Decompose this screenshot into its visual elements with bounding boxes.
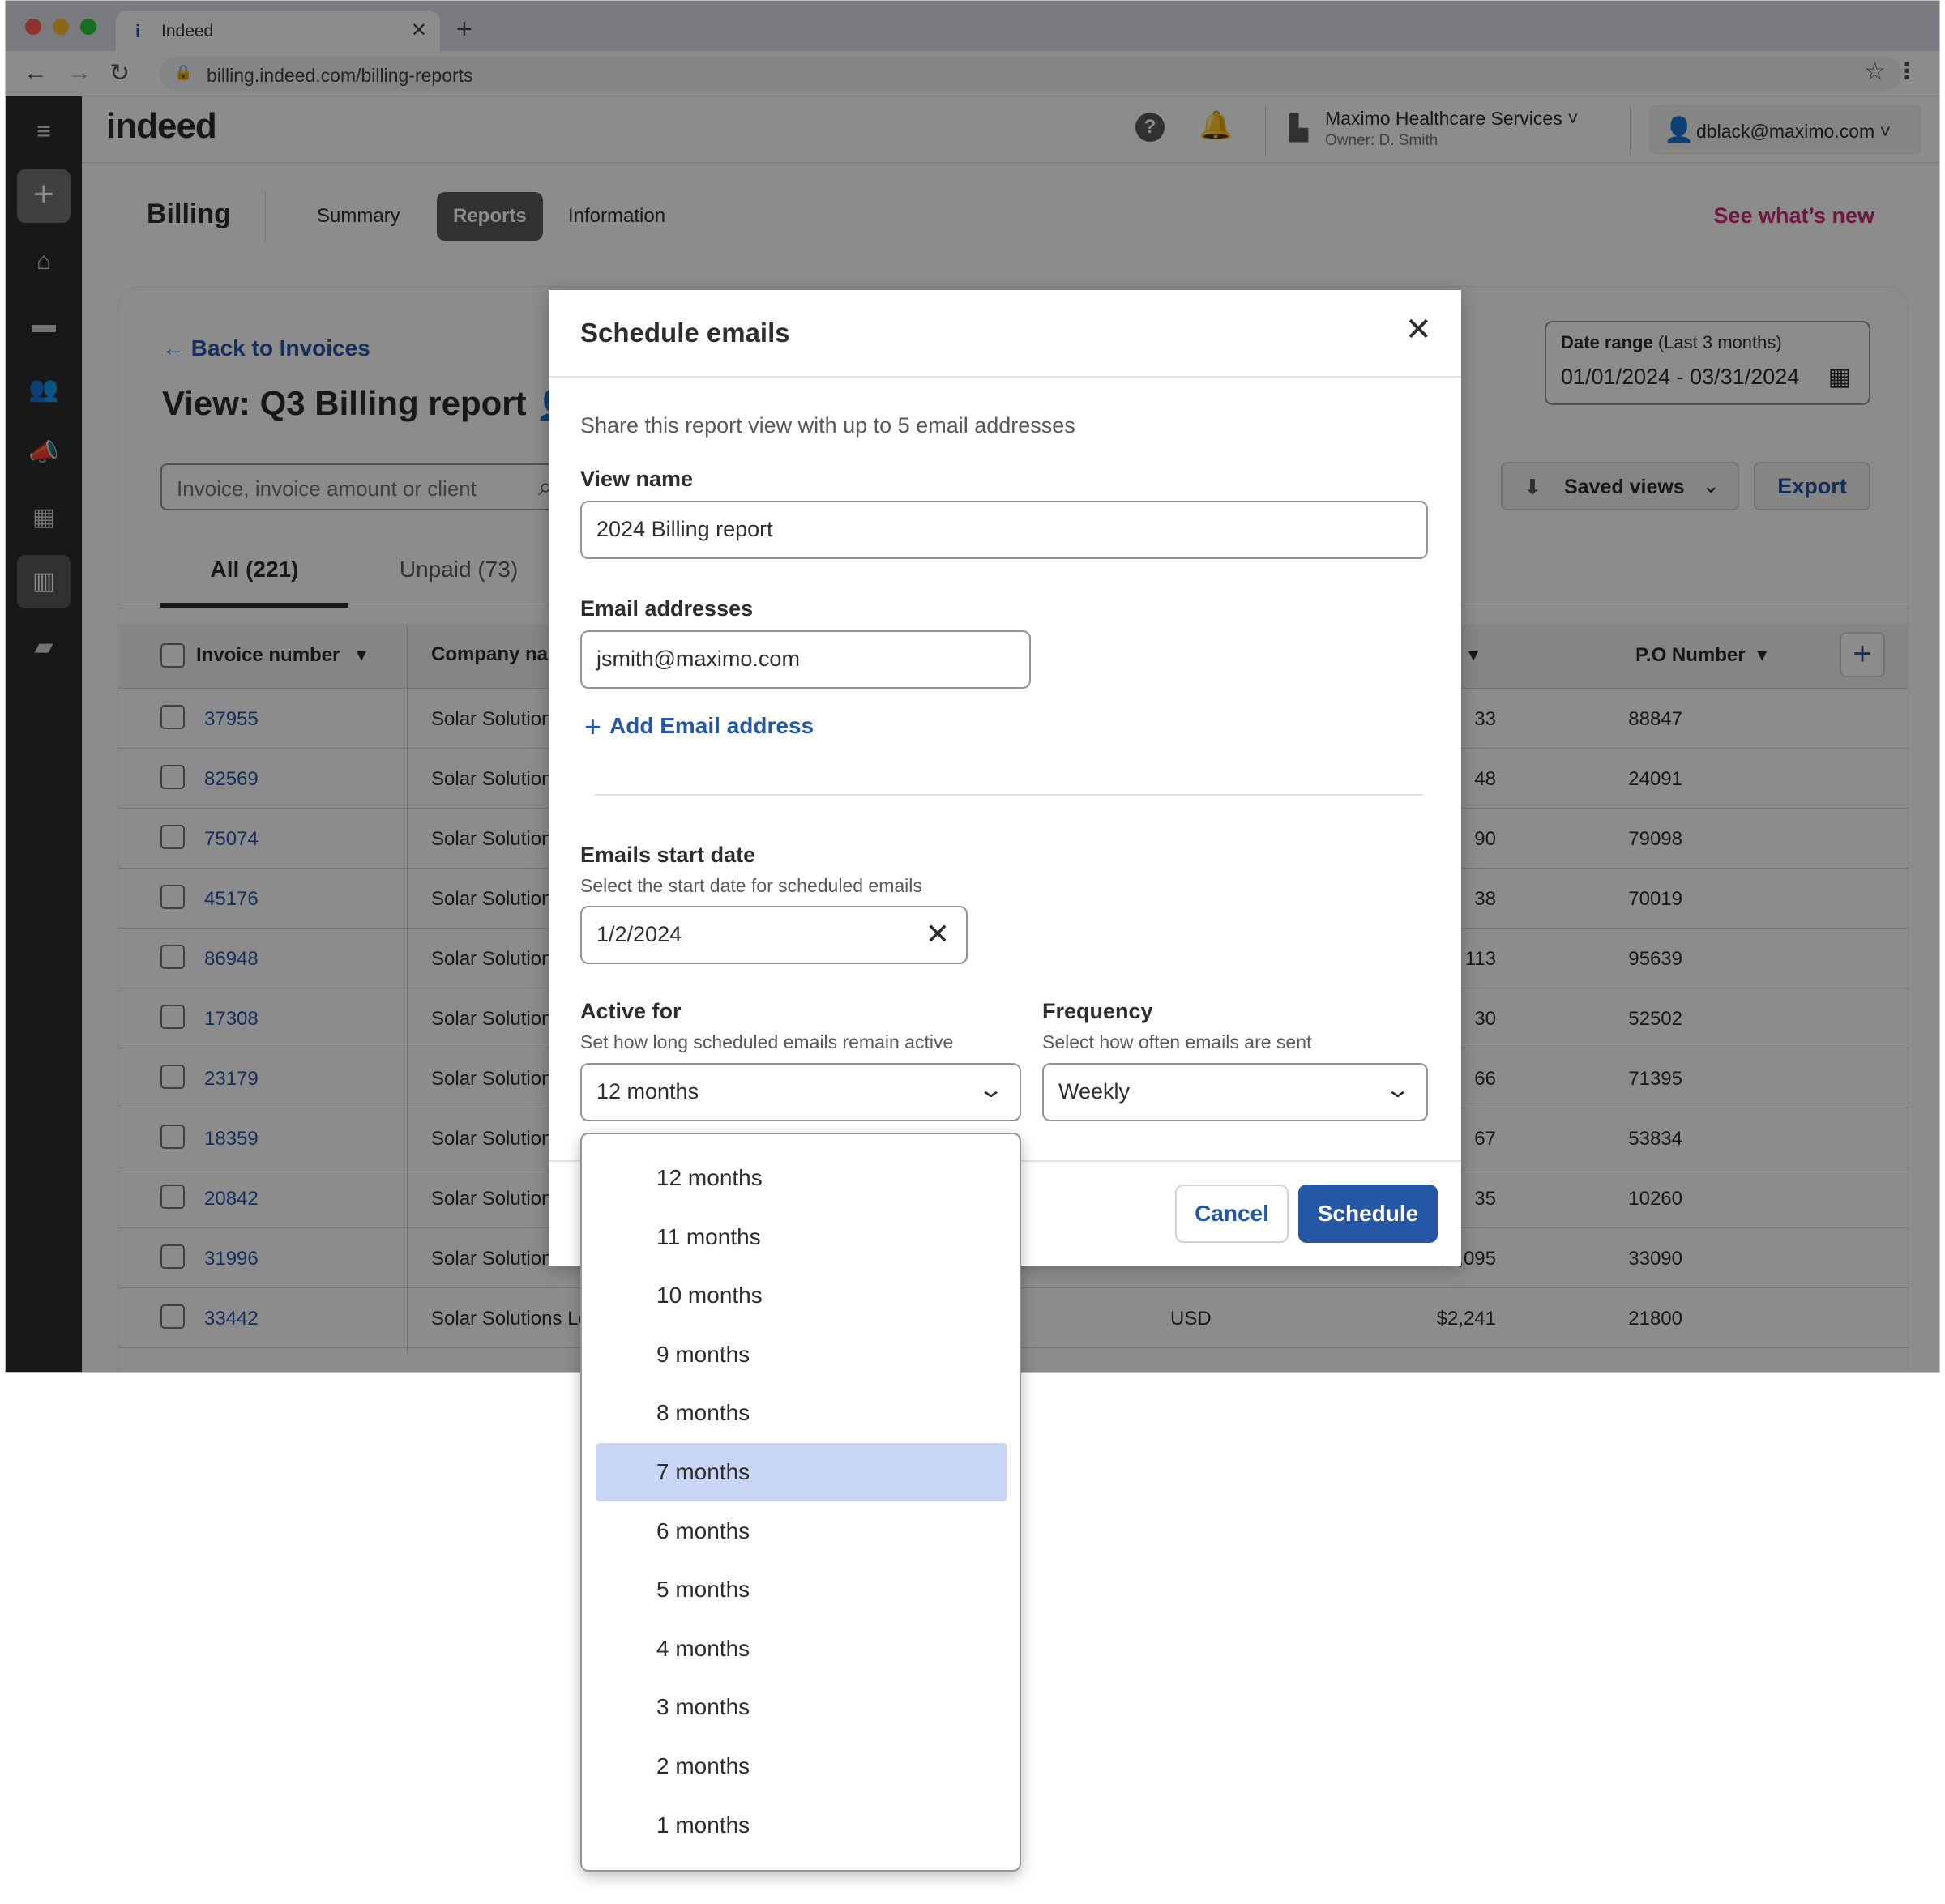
frequency-label: Frequency [1042, 999, 1153, 1023]
active-for-help: Set how long scheduled emails remain act… [580, 1031, 954, 1052]
view-name-label: View name [580, 467, 694, 491]
add-email-label: Add Email address [609, 713, 814, 738]
active-for-label: Active for [580, 999, 682, 1023]
active-for-value: 12 months [596, 1079, 699, 1104]
dropdown-option[interactable]: 2 months [596, 1737, 1007, 1795]
cancel-button[interactable]: Cancel [1175, 1185, 1289, 1243]
chevron-down-icon: ⌄ [1383, 1077, 1411, 1102]
chevron-down-icon: ⌄ [977, 1077, 1004, 1102]
dropdown-option-label: 9 months [656, 1341, 750, 1367]
frequency-value: Weekly [1058, 1079, 1131, 1104]
close-icon[interactable]: ✕ [1404, 311, 1432, 348]
dropdown-option[interactable]: 3 months [596, 1678, 1007, 1736]
dropdown-option-label: 10 months [656, 1283, 763, 1308]
dropdown-option[interactable]: 5 months [596, 1560, 1007, 1619]
start-date-value: 1/2/2024 [596, 922, 682, 946]
dropdown-option-label: 1 months [656, 1812, 750, 1838]
view-name-field[interactable]: 2024 Billing report [580, 501, 1428, 559]
dropdown-option-label: 6 months [656, 1518, 750, 1543]
frequency-help: Select how often emails are sent [1042, 1031, 1312, 1052]
dropdown-option-label: 5 months [656, 1577, 750, 1603]
dropdown-option[interactable]: 10 months [596, 1266, 1007, 1325]
dropdown-option[interactable]: 1 months [596, 1796, 1007, 1855]
dropdown-option[interactable]: 12 months [596, 1149, 1007, 1207]
email-field[interactable]: jsmith@maximo.com [580, 630, 1031, 689]
dropdown-option[interactable]: 8 months [596, 1384, 1007, 1442]
active-for-select[interactable]: 12 months ⌄ [580, 1063, 1021, 1121]
dialog-title: Schedule emails [580, 318, 790, 348]
start-date-help: Select the start date for scheduled emai… [580, 875, 922, 896]
start-date-field[interactable]: 1/2/2024 ✕ [580, 906, 968, 964]
email-value: jsmith@maximo.com [596, 647, 800, 671]
dropdown-option-label: 11 months [656, 1223, 761, 1249]
start-date-label: Emails start date [580, 843, 756, 867]
dropdown-option-label: 2 months [656, 1753, 750, 1778]
view-name-value: 2024 Billing report [596, 517, 773, 541]
clear-date-icon[interactable]: ✕ [925, 917, 950, 951]
schedule-button[interactable]: Schedule [1298, 1185, 1438, 1243]
dialog-divider [549, 376, 1461, 378]
schedule-emails-dialog: Schedule emails ✕ Share this report view… [549, 290, 1461, 1266]
dropdown-option[interactable]: 11 months [596, 1208, 1007, 1266]
email-addresses-label: Email addresses [580, 596, 754, 621]
active-for-dropdown: 12 months 11 months 10 months 9 months 8 mon… [580, 1133, 1021, 1872]
dropdown-option-label: 8 months [656, 1400, 750, 1426]
add-email-button[interactable]: + Add Email address [584, 710, 814, 744]
dropdown-option[interactable]: 6 months [596, 1502, 1007, 1560]
frequency-select[interactable]: Weekly ⌄ [1042, 1063, 1428, 1121]
dropdown-option[interactable]: 9 months [596, 1326, 1007, 1384]
dropdown-option-label: 4 months [656, 1635, 750, 1661]
plus-icon: + [584, 710, 602, 743]
dropdown-option-label: 7 months [656, 1459, 750, 1484]
dropdown-option-label: 12 months [656, 1165, 763, 1190]
dropdown-option[interactable]: 7 months [596, 1443, 1007, 1501]
dialog-description: Share this report view with up to 5 emai… [580, 413, 1075, 438]
dropdown-option[interactable]: 4 months [596, 1620, 1007, 1678]
section-divider [595, 794, 1423, 796]
dropdown-option-label: 3 months [656, 1694, 750, 1720]
